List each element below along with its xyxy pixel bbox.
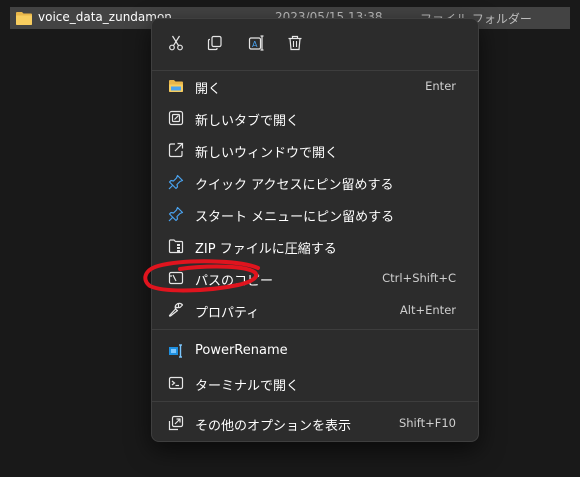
copy-icon: [207, 35, 222, 51]
zip-folder-icon: [168, 239, 184, 254]
menu-item-pin-start[interactable]: スタート メニューにピン留めする: [156, 199, 474, 229]
menu-item-open-new-window[interactable]: 新しいウィンドウで開く: [156, 135, 474, 165]
menu-item-label: クイック アクセスにピン留めする: [195, 178, 394, 193]
menu-item-open-new-tab[interactable]: 新しいタブで開く: [156, 103, 474, 133]
menu-item-properties[interactable]: プロパティ Alt+Enter: [156, 295, 474, 325]
new-window-icon: [168, 142, 184, 158]
menu-item-show-more-options[interactable]: その他のオプションを表示 Shift+F10: [156, 408, 474, 438]
power-rename-icon: [169, 344, 182, 358]
shortcut-text: Alt+Enter: [399, 303, 456, 317]
scissors-icon: [169, 35, 183, 51]
copy-button[interactable]: [203, 31, 227, 55]
pin-icon: [168, 206, 184, 222]
cut-button[interactable]: [164, 31, 188, 55]
menu-item-label: PowerRename: [195, 343, 288, 358]
wrench-icon: [168, 302, 184, 317]
folder-icon: [16, 12, 32, 25]
menu-item-open-terminal[interactable]: ターミナルで開く: [156, 368, 474, 398]
menu-item-label: 開く: [195, 82, 222, 97]
new-tab-icon: [168, 110, 184, 126]
quick-actions-bar: A: [152, 19, 478, 69]
divider: [152, 329, 478, 330]
rename-icon: A: [248, 35, 264, 51]
folder-open-icon: [169, 80, 183, 92]
svg-text:A: A: [252, 40, 258, 49]
delete-button[interactable]: [283, 31, 307, 55]
menu-item-open[interactable]: 開く Enter: [156, 71, 474, 101]
red-circle-annotation: [143, 259, 260, 293]
shortcut-text: Shift+F10: [398, 416, 456, 430]
shortcut-text: Enter: [425, 79, 456, 93]
trash-icon: [288, 35, 302, 51]
menu-item-compress-zip[interactable]: ZIP ファイルに圧縮する: [156, 231, 474, 261]
menu-item-label: 新しいタブで開く: [195, 114, 300, 129]
context-menu: A 開く Enter 新しいタブで開く 新しいウィンドウで開く クイック アクセ…: [151, 18, 479, 442]
menu-item-power-rename[interactable]: PowerRename: [156, 336, 474, 366]
menu-item-label: ターミナルで開く: [195, 379, 300, 394]
pin-icon: [168, 174, 184, 190]
menu-item-label: 新しいウィンドウで開く: [195, 146, 339, 161]
rename-button[interactable]: A: [244, 31, 268, 55]
terminal-icon: [168, 376, 184, 390]
menu-item-label: スタート メニューにピン留めする: [195, 210, 395, 225]
menu-item-label: その他のオプションを表示: [195, 419, 352, 434]
shortcut-text: Ctrl+Shift+C: [382, 271, 456, 285]
divider: [152, 401, 478, 402]
menu-item-label: プロパティ: [195, 306, 260, 321]
menu-item-pin-quick-access[interactable]: クイック アクセスにピン留めする: [156, 167, 474, 197]
more-options-icon: [168, 415, 184, 431]
menu-item-label: ZIP ファイルに圧縮する: [195, 242, 337, 257]
